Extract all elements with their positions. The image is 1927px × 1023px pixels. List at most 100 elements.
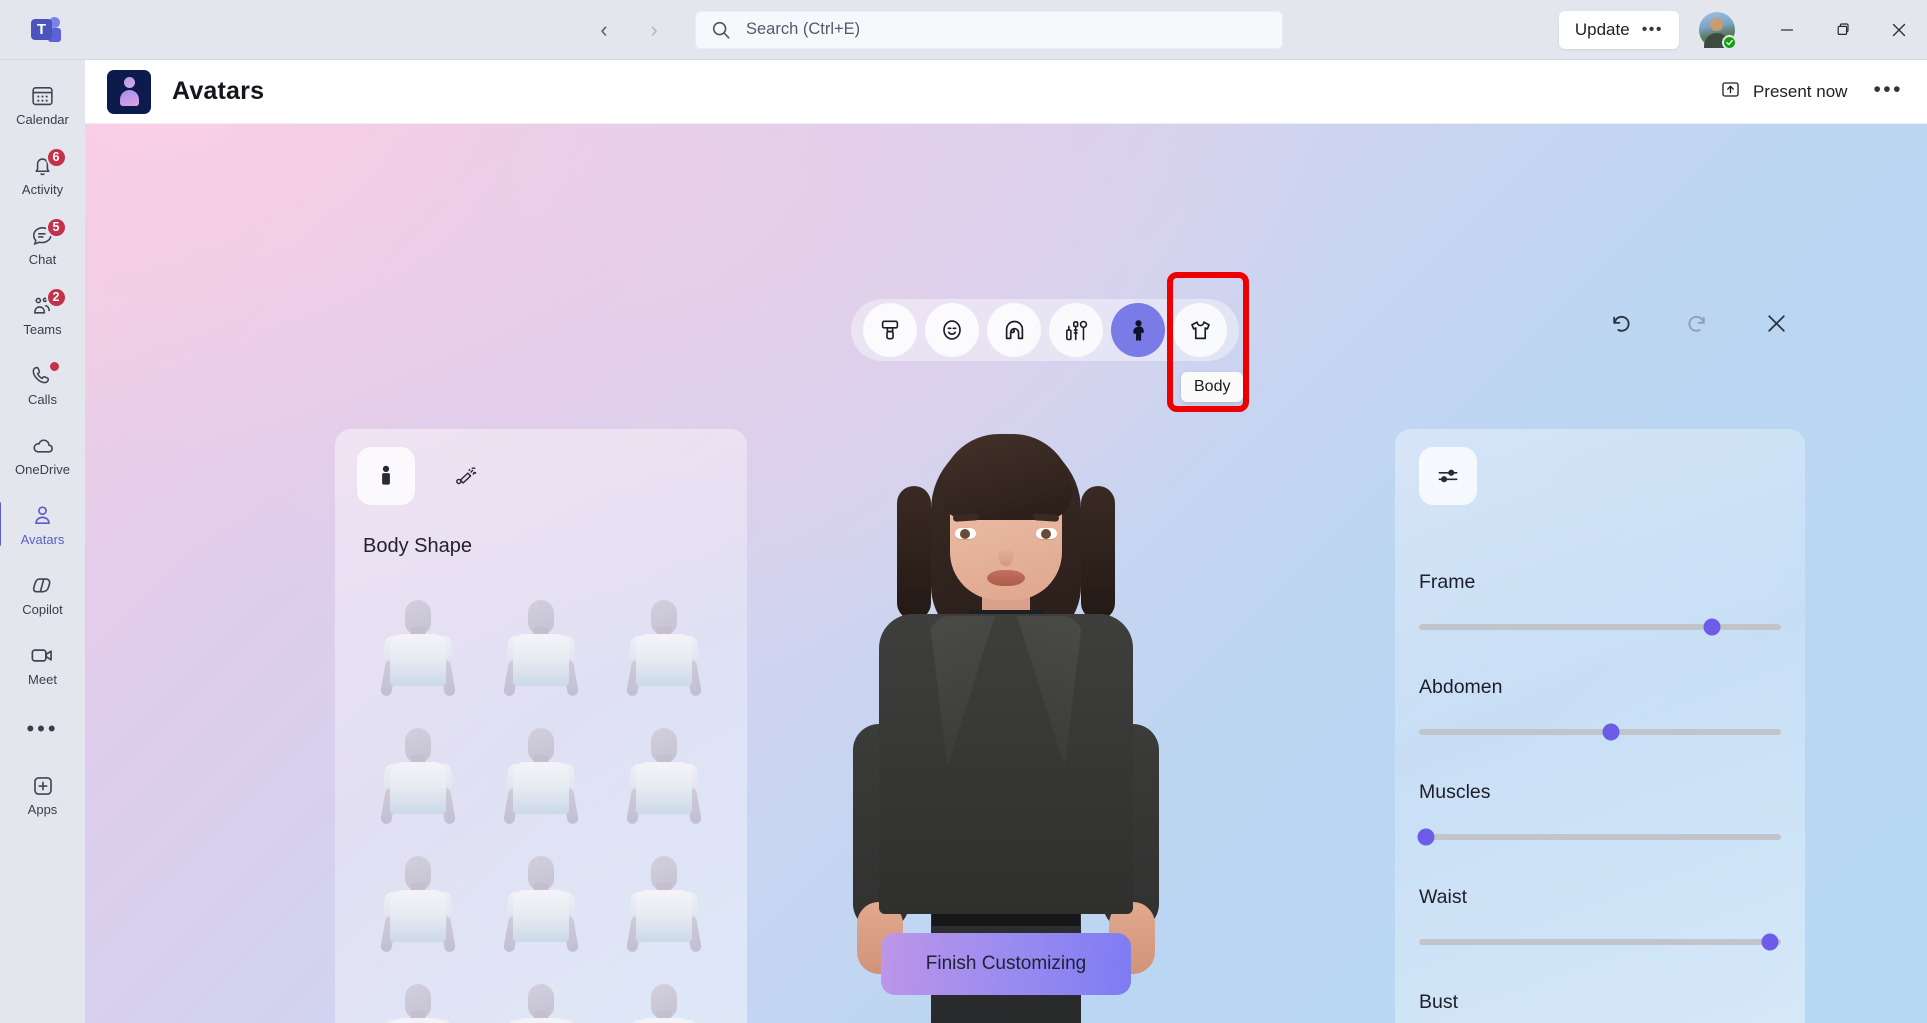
window-controls bbox=[1759, 0, 1927, 60]
redo-icon[interactable] bbox=[1683, 308, 1713, 338]
chat-icon: 5 bbox=[28, 216, 67, 250]
slider-muscles: Muscles bbox=[1417, 781, 1781, 846]
app-header: Avatars Present now ••• bbox=[85, 60, 1927, 124]
badge-count: 5 bbox=[45, 216, 67, 238]
search-input[interactable]: Search (Ctrl+E) bbox=[746, 20, 860, 39]
avatar-editor-stage: Body Body Shape Finish Customizing Frame… bbox=[85, 124, 1927, 1023]
close-window-button[interactable] bbox=[1871, 0, 1927, 60]
present-now-label: Present now bbox=[1752, 81, 1848, 101]
title-bar: T ‹ › Search (Ctrl+E) Update ••• bbox=[0, 0, 1927, 60]
slider-label: Waist bbox=[1419, 886, 1468, 908]
badge-dot bbox=[47, 359, 61, 373]
body-shape-option[interactable] bbox=[360, 840, 476, 958]
sidebar-item-label: Apps bbox=[27, 801, 58, 817]
avatar[interactable] bbox=[1699, 12, 1737, 50]
person-icon bbox=[28, 502, 58, 530]
sidebar-item-avatars[interactable]: Avatars bbox=[0, 490, 81, 558]
sidebar-item-onedrive[interactable]: OneDrive bbox=[5, 420, 81, 488]
slider-track[interactable] bbox=[1417, 828, 1781, 846]
category-hair-button[interactable] bbox=[987, 303, 1041, 357]
presence-available-icon bbox=[1722, 35, 1737, 50]
header-actions: Present now ••• bbox=[1720, 79, 1903, 105]
bell-icon: 6 bbox=[28, 146, 67, 180]
finish-customizing-button[interactable]: Finish Customizing bbox=[881, 933, 1131, 995]
slider-label: Muscles bbox=[1419, 781, 1491, 803]
back-button[interactable]: ‹ bbox=[587, 13, 621, 47]
badge-count: 2 bbox=[45, 286, 67, 308]
cloud-icon bbox=[28, 432, 58, 460]
sidebar-item-calls[interactable]: Calls bbox=[5, 350, 81, 418]
body-sliders-panel: Frame Abdomen Muscles Waist Bust bbox=[1395, 429, 1805, 1023]
tab-prosthetics[interactable] bbox=[437, 447, 495, 505]
avatar-mouth bbox=[987, 570, 1025, 586]
sidebar-item-meet[interactable]: Meet bbox=[5, 630, 81, 698]
body-shape-option[interactable] bbox=[483, 712, 599, 830]
undo-icon[interactable] bbox=[1605, 308, 1635, 338]
tab-body-shape[interactable] bbox=[357, 447, 415, 505]
category-styles-button[interactable] bbox=[863, 303, 917, 357]
close-icon[interactable] bbox=[1761, 308, 1791, 338]
minimize-button[interactable] bbox=[1759, 0, 1815, 60]
body-shape-option[interactable] bbox=[606, 968, 722, 1023]
app-rail-sidebar: Calendar 6 Activity 5 Chat 2 Teams Calls… bbox=[0, 60, 85, 1023]
slider-label: Abdomen bbox=[1419, 676, 1503, 698]
teams-logo-t: T bbox=[31, 18, 52, 40]
slider-thumb[interactable] bbox=[1602, 723, 1620, 741]
present-now-button[interactable]: Present now bbox=[1720, 79, 1848, 105]
body-shape-option[interactable] bbox=[606, 584, 722, 702]
category-body-button[interactable] bbox=[1111, 303, 1165, 357]
maximize-button[interactable] bbox=[1815, 0, 1871, 60]
slider-waist: Waist bbox=[1419, 886, 1781, 951]
slider-track[interactable] bbox=[1419, 723, 1781, 741]
body-shape-option[interactable] bbox=[483, 968, 599, 1023]
avatars-icon-body bbox=[119, 90, 139, 106]
body-shape-option[interactable] bbox=[360, 968, 476, 1023]
sidebar-item-label: Copilot bbox=[22, 601, 63, 617]
slider-thumb[interactable] bbox=[1703, 618, 1721, 636]
sidebar-item-activity[interactable]: 6 Activity bbox=[5, 140, 81, 208]
body-shape-option[interactable] bbox=[606, 840, 722, 958]
category-clothing-button[interactable] bbox=[1173, 303, 1227, 357]
category-makeup-button[interactable] bbox=[1049, 303, 1103, 357]
sidebar-item-teams[interactable]: 2 Teams bbox=[5, 280, 81, 348]
header-more-button[interactable]: ••• bbox=[1873, 79, 1903, 101]
sidebar-item-label: Calls bbox=[28, 391, 57, 407]
avatar-jacket bbox=[879, 614, 1133, 914]
slider-bust: Bust bbox=[1419, 991, 1781, 1023]
tab-sliders[interactable] bbox=[1419, 447, 1477, 505]
teams-icon: 2 bbox=[28, 286, 67, 320]
more-icon: ••• bbox=[1873, 77, 1903, 101]
search-bar[interactable]: Search (Ctrl+E) bbox=[695, 10, 1283, 49]
phone-icon bbox=[28, 359, 61, 390]
update-button[interactable]: Update ••• bbox=[1558, 11, 1679, 49]
slider-track[interactable] bbox=[1419, 618, 1781, 636]
body-shape-heading: Body Shape bbox=[363, 535, 472, 557]
avatar-eye-left bbox=[955, 528, 976, 540]
slider-frame: Frame bbox=[1419, 571, 1781, 636]
body-shape-option[interactable] bbox=[606, 712, 722, 830]
present-now-icon bbox=[1720, 79, 1741, 105]
category-face-button[interactable] bbox=[925, 303, 979, 357]
body-shape-option[interactable] bbox=[483, 840, 599, 958]
sidebar-item-label: Meet bbox=[28, 671, 57, 687]
update-label: Update bbox=[1574, 20, 1630, 39]
body-shape-option[interactable] bbox=[360, 584, 476, 702]
avatar-nose bbox=[999, 548, 1013, 566]
sidebar-item-chat[interactable]: 5 Chat bbox=[5, 210, 81, 278]
body-shape-option[interactable] bbox=[483, 584, 599, 702]
slider-track[interactable] bbox=[1419, 933, 1781, 951]
sidebar-item-calendar[interactable]: Calendar bbox=[5, 70, 81, 138]
forward-button[interactable]: › bbox=[637, 13, 671, 47]
slider-thumb[interactable] bbox=[1761, 933, 1779, 951]
slider-thumb[interactable] bbox=[1417, 828, 1435, 846]
sidebar-item-apps[interactable]: Apps bbox=[5, 760, 81, 828]
body-shape-panel-tabs bbox=[357, 447, 725, 505]
sidebar-item-copilot[interactable]: Copilot bbox=[5, 560, 81, 628]
avatars-app-icon bbox=[107, 69, 151, 114]
body-shape-option[interactable] bbox=[360, 712, 476, 830]
sidebar-item-label: Calendar bbox=[16, 111, 69, 127]
sidebar-more-button[interactable]: ••• bbox=[5, 700, 81, 758]
app-body: Calendar 6 Activity 5 Chat 2 Teams Calls… bbox=[0, 60, 1927, 1023]
update-more-icon[interactable]: ••• bbox=[1642, 22, 1663, 38]
body-tab-tooltip: Body bbox=[1181, 372, 1244, 402]
